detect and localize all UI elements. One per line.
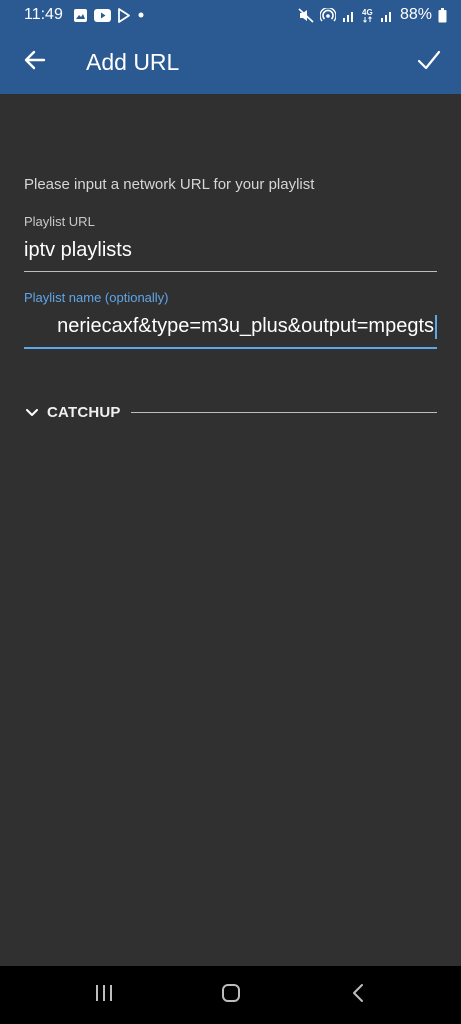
playlist-url-label: Playlist URL bbox=[24, 214, 95, 229]
playlist-name-underline bbox=[24, 347, 437, 349]
playlist-url-field[interactable]: Playlist URL iptv playlists bbox=[24, 214, 437, 272]
home-button[interactable] bbox=[201, 971, 261, 1019]
playlist-name-field[interactable]: Playlist name (optionally) neriecaxf&typ… bbox=[24, 290, 437, 349]
content: Please input a network URL for your play… bbox=[0, 94, 461, 966]
chevron-left-icon bbox=[351, 983, 365, 1008]
status-bar: 11:49 4G 88% bbox=[0, 0, 461, 30]
system-nav-bar bbox=[0, 966, 461, 1024]
playlist-url-underline bbox=[24, 271, 437, 272]
status-time: 11:49 bbox=[24, 6, 63, 23]
catchup-label: CATCHUP bbox=[47, 404, 121, 421]
playlist-url-input[interactable]: iptv playlists bbox=[24, 239, 437, 269]
status-right: 4G 88% bbox=[298, 6, 447, 24]
page-title: Add URL bbox=[86, 48, 180, 75]
text-cursor bbox=[435, 315, 437, 339]
signal-2-icon bbox=[380, 9, 394, 22]
arrow-left-icon bbox=[24, 49, 46, 76]
playlist-name-input[interactable]: neriecaxf&type=m3u_plus&output=mpegts bbox=[24, 315, 437, 345]
mute-icon bbox=[298, 7, 314, 23]
catchup-section-toggle[interactable]: CATCHUP bbox=[24, 404, 437, 421]
confirm-button[interactable] bbox=[397, 30, 461, 94]
recent-apps-icon bbox=[94, 984, 114, 1007]
home-icon bbox=[221, 983, 241, 1008]
catchup-divider bbox=[130, 412, 437, 413]
battery-icon bbox=[438, 7, 447, 23]
svg-text:4G: 4G bbox=[362, 8, 373, 17]
status-left: 11:49 bbox=[24, 6, 298, 24]
youtube-icon bbox=[93, 8, 111, 22]
checkmark-icon bbox=[417, 49, 441, 76]
gallery-icon bbox=[73, 8, 88, 23]
network-4g-icon: 4G bbox=[362, 7, 374, 23]
recent-apps-button[interactable] bbox=[74, 971, 134, 1019]
playlist-name-text-wrap: neriecaxf&type=m3u_plus&output=mpegts bbox=[24, 315, 437, 339]
playlist-name-value: neriecaxf&type=m3u_plus&output=mpegts bbox=[57, 315, 434, 337]
battery-percent: 88% bbox=[399, 6, 432, 23]
hotspot-icon bbox=[319, 7, 336, 23]
signal-icon bbox=[342, 9, 356, 22]
playlist-name-label: Playlist name (optionally) bbox=[24, 290, 169, 305]
chevron-down-icon bbox=[24, 405, 40, 421]
play-store-icon bbox=[117, 7, 131, 23]
instruction-text: Please input a network URL for your play… bbox=[24, 176, 315, 193]
back-nav-button[interactable] bbox=[328, 971, 388, 1019]
back-button[interactable] bbox=[0, 30, 70, 94]
notification-dot-icon bbox=[137, 11, 145, 19]
playlist-url-value: iptv playlists bbox=[24, 239, 132, 261]
app-bar: Add URL bbox=[0, 30, 461, 94]
